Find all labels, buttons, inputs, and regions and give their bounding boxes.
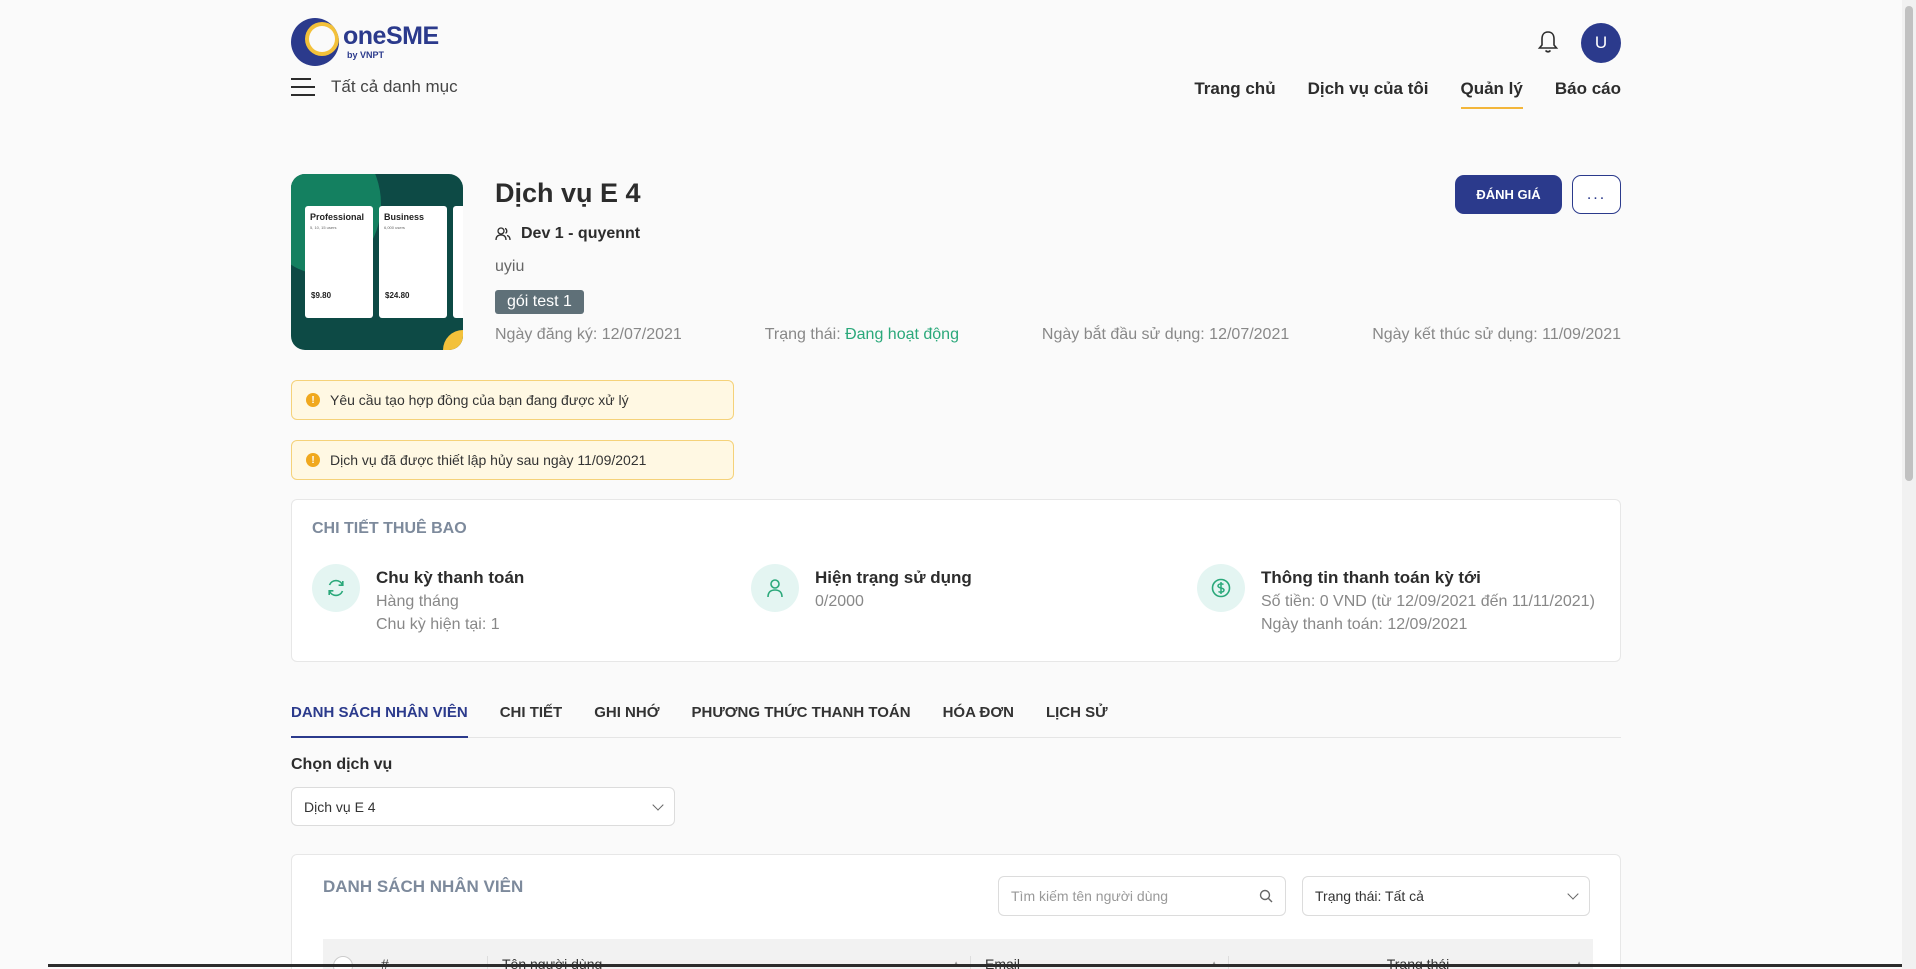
employee-list-card: DANH SÁCH NHÂN VIÊN Tìm kiếm tên người d… xyxy=(291,854,1621,969)
bottom-divider xyxy=(48,964,1902,967)
status-filter-value: Trạng thái: Tất cả xyxy=(1315,888,1424,904)
tab-details[interactable]: CHI TIẾT xyxy=(500,704,563,738)
users-icon xyxy=(495,227,511,241)
subscription-details-card: CHI TIẾT THUÊ BAO Chu kỳ thanh toán Hàng… xyxy=(291,499,1621,662)
brand-subtitle: by VNPT xyxy=(347,50,385,60)
user-avatar[interactable]: U xyxy=(1581,23,1621,63)
owner-name: Dev 1 - quyennt xyxy=(521,225,641,242)
column-username[interactable]: Tên người dùng▲ xyxy=(488,956,971,969)
pricing-card-professional: Professional 5, 10, 15 users $9.80 xyxy=(305,206,373,318)
user-icon xyxy=(751,564,799,612)
warning-icon: ! xyxy=(306,453,320,467)
service-owner: Dev 1 - quyennt xyxy=(495,225,640,243)
start-date: Ngày bắt đầu sử dụng: 12/07/2021 xyxy=(1041,326,1290,343)
tab-employee-list[interactable]: DANH SÁCH NHÂN VIÊN xyxy=(291,704,468,738)
tab-invoices[interactable]: HÓA ĐƠN xyxy=(943,704,1014,738)
search-placeholder: Tìm kiếm tên người dùng xyxy=(1011,888,1169,904)
dollar-icon xyxy=(1197,564,1245,612)
hamburger-icon xyxy=(291,76,315,98)
subscription-details-title: CHI TIẾT THUÊ BAO xyxy=(312,520,467,537)
nav-reports[interactable]: Báo cáo xyxy=(1555,79,1621,109)
page-scrollbar[interactable] xyxy=(1902,0,1916,969)
chevron-down-icon xyxy=(652,798,664,811)
service-description: uyiu xyxy=(495,258,525,275)
search-input[interactable]: Tìm kiếm tên người dùng xyxy=(998,876,1286,916)
registration-date: Ngày đăng ký: 12/07/2021 xyxy=(495,326,682,343)
pricing-card-business: Business 6,000 users $24.80 xyxy=(379,206,447,318)
nav-home[interactable]: Trang chủ xyxy=(1194,79,1275,109)
all-categories-menu[interactable]: Tất cả danh mục xyxy=(291,76,458,98)
choose-service-label: Chọn dịch vụ xyxy=(291,756,393,773)
nav-management[interactable]: Quản lý xyxy=(1460,79,1523,109)
tab-notes[interactable]: GHI NHỚ xyxy=(594,704,659,738)
logo-icon xyxy=(291,18,339,66)
pricing-card-partial xyxy=(453,206,463,318)
billing-cycle: Chu kỳ thanh toán Hàng tháng Chu kỳ hiện… xyxy=(312,564,524,634)
top-navigation: Trang chủ Dịch vụ của tôi Quản lý Báo cá… xyxy=(1194,79,1621,109)
more-options-button[interactable]: ... xyxy=(1572,175,1621,214)
tab-payment-method[interactable]: PHƯƠNG THỨC THANH TOÁN xyxy=(691,704,910,738)
service-meta: Ngày đăng ký: 12/07/2021 Trạng thái: Đan… xyxy=(495,326,1621,344)
usage-status: Hiện trạng sử dụng 0/2000 xyxy=(751,564,972,612)
package-tag: gói test 1 xyxy=(495,290,584,314)
column-index: # xyxy=(367,956,488,969)
tab-history[interactable]: LỊCH SỬ xyxy=(1046,704,1108,738)
service-image: Professional 5, 10, 15 users $9.80 Busin… xyxy=(291,174,463,350)
status-filter-select[interactable]: Trạng thái: Tất cả xyxy=(1302,876,1590,916)
alert-contract-processing: ! Yêu cầu tạo hợp đồng của bạn đang được… xyxy=(291,380,734,420)
select-all-checkbox[interactable] xyxy=(323,956,367,969)
employee-list-title: DANH SÁCH NHÂN VIÊN xyxy=(323,877,524,896)
service-select[interactable]: Dịch vụ E 4 xyxy=(291,787,675,826)
status-value: Đang hoạt động xyxy=(845,326,959,343)
rate-button[interactable]: ĐÁNH GIÁ xyxy=(1455,175,1562,214)
brand-name: oneSME xyxy=(343,22,439,50)
warning-icon: ! xyxy=(306,393,320,407)
bell-icon[interactable] xyxy=(1537,30,1559,54)
refresh-icon xyxy=(312,564,360,612)
brand-logo[interactable]: oneSME by VNPT xyxy=(291,18,439,66)
service-select-value: Dịch vụ E 4 xyxy=(304,798,376,815)
search-icon xyxy=(1259,889,1273,903)
nav-my-services[interactable]: Dịch vụ của tôi xyxy=(1308,79,1429,109)
menu-label: Tất cả danh mục xyxy=(331,77,458,96)
detail-tabs: DANH SÁCH NHÂN VIÊN CHI TIẾT GHI NHỚ PHƯ… xyxy=(291,704,1621,738)
next-payment-info: Thông tin thanh toán kỳ tới Số tiền: 0 V… xyxy=(1197,564,1595,634)
service-title: Dịch vụ E 4 xyxy=(495,178,641,208)
column-email[interactable]: Email▲ xyxy=(971,956,1229,969)
column-status[interactable]: Trạng thái▲ xyxy=(1229,956,1593,969)
service-status: Trạng thái: Đang hoạt động xyxy=(764,326,959,343)
end-date: Ngày kết thúc sử dụng: 11/09/2021 xyxy=(1372,326,1621,343)
chevron-down-icon xyxy=(1567,888,1579,900)
alert-cancel-scheduled: ! Dịch vụ đã được thiết lập hủy sau ngày… xyxy=(291,440,734,480)
